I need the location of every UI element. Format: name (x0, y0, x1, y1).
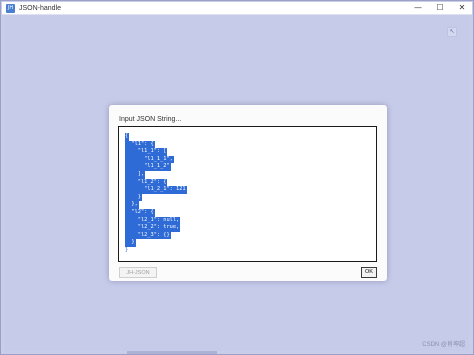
maximize-button[interactable]: ☐ (436, 3, 444, 13)
code-line: "l2_2": true, (125, 224, 181, 232)
app-icon: JH (6, 3, 15, 13)
code-line: } (125, 246, 129, 253)
minimize-button[interactable]: — (414, 3, 422, 13)
code-line: "l1": { (125, 140, 155, 149)
code-line: "l1_1_2" (125, 163, 171, 171)
window-controls: — ☐ ✕ (414, 2, 466, 14)
code-line: { (125, 133, 130, 141)
code-line: }, (125, 201, 139, 209)
code-line: ], (125, 170, 146, 179)
json-input-textarea[interactable]: { "l1": { "l1_1": [ "l1_1_1", "l1_1_2" ]… (118, 126, 377, 262)
code-line: "l2_1": null, (125, 216, 181, 225)
input-json-dialog: Input JSON String... { "l1": { "l1_1": [… (109, 105, 387, 281)
ok-button[interactable]: OK (361, 267, 377, 278)
watermark: CSDN @肖坤超 (422, 342, 465, 348)
code-line: "l1_1_1", (125, 155, 174, 164)
code-line: "l2": { (125, 208, 155, 217)
window-title: JSON-handle (19, 4, 62, 12)
dialog-title: Input JSON String... (119, 116, 182, 123)
code-line: "l1_2": { (125, 178, 168, 187)
code-line: "l1_1": [ (125, 148, 168, 156)
taskbar-edge (127, 351, 217, 354)
code-line: "l1_2_1": 121 (125, 186, 187, 194)
corner-toggle-button[interactable]: ↖ (447, 27, 457, 37)
json-code-content: { "l1": { "l1_1": [ "l1_1_1", "l1_1_2" ]… (119, 127, 376, 255)
close-button[interactable]: ✕ (458, 3, 466, 13)
arrow-icon: ↖ (449, 28, 455, 35)
app-window: JH JSON-handle — ☐ ✕ ↖ Input JSON String… (0, 0, 474, 355)
code-line: } (125, 193, 142, 202)
code-line: "l2_3": {} (125, 231, 171, 240)
jh-json-button[interactable]: JH-JSON (119, 267, 157, 278)
title-bar[interactable]: JH JSON-handle — ☐ ✕ (2, 2, 472, 15)
code-line: } (125, 239, 136, 247)
